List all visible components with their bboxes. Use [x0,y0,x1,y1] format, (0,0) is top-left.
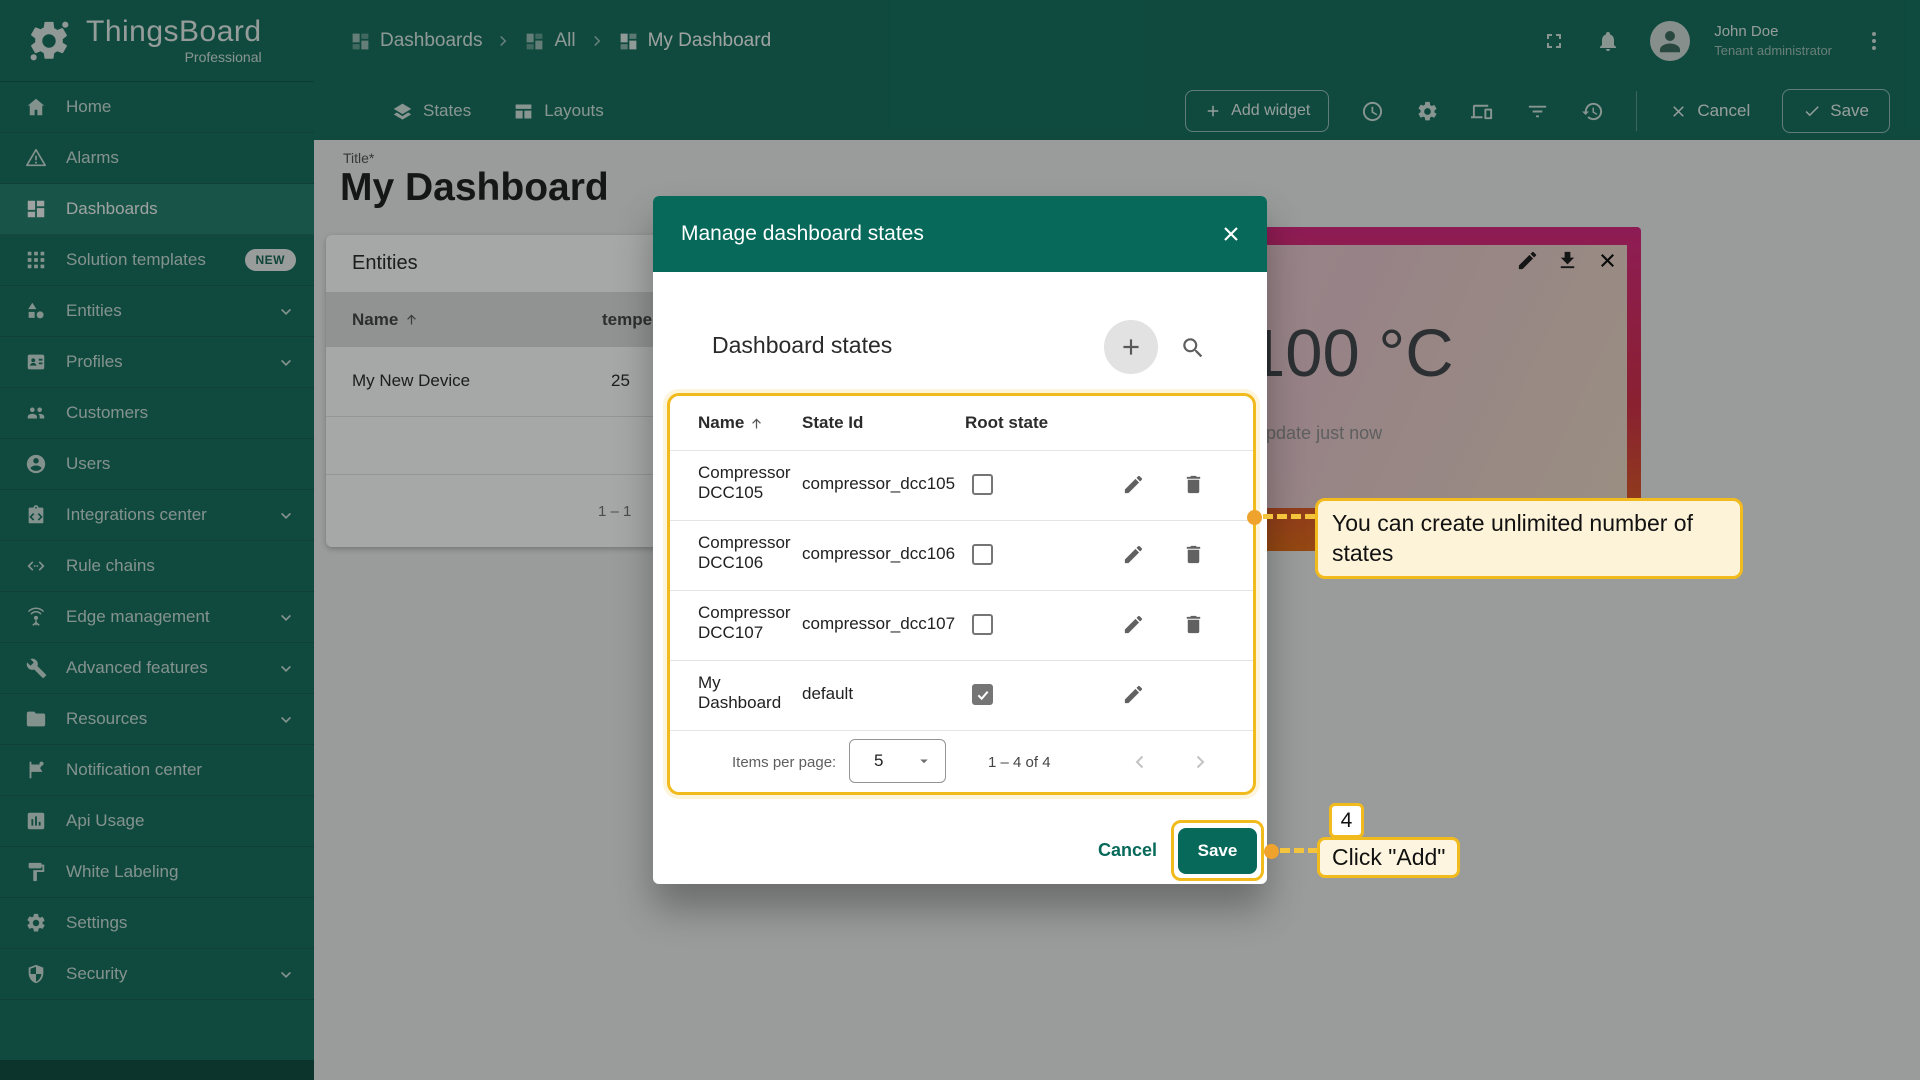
annotation-connector-dot [1247,510,1262,525]
save-button-highlight-ring [1171,820,1264,881]
states-annotation-tooltip: You can create unlimited number of state… [1315,498,1743,579]
dialog-title: Manage dashboard states [681,222,1219,246]
edit-state-icon[interactable] [1122,543,1145,566]
state-id: compressor_dcc106 [802,544,955,564]
search-icon[interactable] [1180,335,1206,361]
state-name: Compressor DCC105 [698,463,802,503]
dialog-section-title: Dashboard states [712,332,892,359]
states-col-state-id[interactable]: State Id [802,413,863,433]
state-row-3[interactable]: Compressor DCC107 compressor_dcc107 [670,590,1253,660]
sort-asc-icon [749,416,764,431]
page-next-icon[interactable] [1188,750,1212,774]
items-per-page-label: Items per page: [732,754,836,771]
state-name: My Dashboard [698,673,802,713]
state-id: compressor_dcc107 [802,614,955,634]
annotation-connector-dot [1264,844,1279,859]
state-id: default [802,684,853,704]
step-number-badge: 4 [1329,803,1364,838]
root-state-checkbox[interactable] [972,474,993,495]
states-col-name[interactable]: Name [698,413,764,433]
state-row-4[interactable]: My Dashboard default [670,660,1253,730]
delete-state-icon[interactable] [1182,473,1205,496]
state-name: Compressor DCC107 [698,603,802,643]
items-per-page-select[interactable]: 5 [849,739,946,783]
items-per-page-value: 5 [874,751,883,771]
state-name: Compressor DCC106 [698,533,802,573]
caret-down-icon [915,752,933,770]
root-state-checkbox[interactable] [972,544,993,565]
pagination-range: 1 – 4 of 4 [988,754,1098,771]
click-add-annotation-tooltip: Click "Add" [1317,837,1460,878]
manage-dashboard-states-dialog: Manage dashboard states Dashboard states… [653,196,1267,884]
dialog-header: Manage dashboard states [653,196,1267,272]
edit-state-icon[interactable] [1122,613,1145,636]
root-state-checkbox-checked[interactable] [972,684,993,705]
delete-state-icon[interactable] [1182,613,1205,636]
dialog-close-icon[interactable] [1219,222,1243,246]
dialog-cancel-button[interactable]: Cancel [1098,840,1157,861]
annotation-connector-dash [1263,514,1315,519]
annotation-connector-dash [1280,848,1318,853]
edit-state-icon[interactable] [1122,683,1145,706]
state-id: compressor_dcc105 [802,474,955,494]
plus-icon [1118,334,1144,360]
states-table-highlight: Name State Id Root state Compressor DCC1… [667,393,1256,795]
divider [670,730,1253,731]
state-row-2[interactable]: Compressor DCC106 compressor_dcc106 [670,520,1253,590]
add-state-button[interactable] [1104,320,1158,374]
page-prev-icon[interactable] [1128,750,1152,774]
delete-state-icon[interactable] [1182,543,1205,566]
edit-state-icon[interactable] [1122,473,1145,496]
state-row-1[interactable]: Compressor DCC105 compressor_dcc105 [670,450,1253,520]
states-col-root[interactable]: Root state [965,413,1048,433]
root-state-checkbox[interactable] [972,614,993,635]
